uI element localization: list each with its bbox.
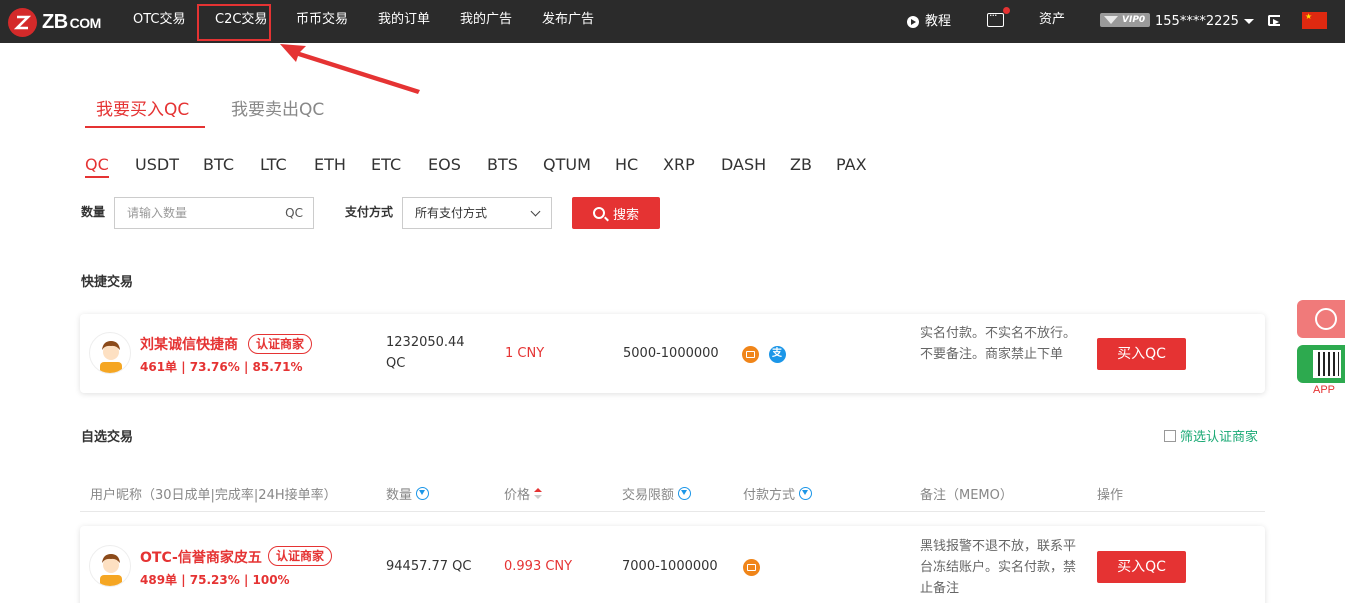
quantity-unit: QC — [285, 206, 303, 220]
unit-price: 0.993 CNY — [504, 559, 573, 574]
china-flag-icon[interactable]: ★ — [1302, 12, 1327, 29]
tab-buy-qc[interactable]: 我要买入QC — [96, 98, 189, 122]
search-button-label: 搜索 — [612, 207, 639, 223]
logo-mark-icon — [8, 7, 37, 37]
quantity-unit: QC — [386, 356, 406, 371]
logo-text: ZB COM — [42, 10, 101, 33]
headset-icon — [1315, 308, 1337, 330]
column-header-payment[interactable]: 付款方式 — [743, 484, 813, 503]
user-menu[interactable]: 155****2225 — [1155, 0, 1254, 43]
verified-checkbox[interactable] — [1164, 429, 1176, 442]
unit-price: 1 CNY — [505, 346, 545, 361]
nav-my-orders[interactable]: 我的订单 — [378, 0, 430, 43]
buy-qc-button[interactable]: 买入QC — [1097, 338, 1186, 370]
notification-dot — [1003, 7, 1010, 14]
coin-tab-zb[interactable]: ZB — [790, 155, 812, 175]
available-quantity: 1232050.44 — [386, 335, 465, 350]
column-header-action: 操作 — [1097, 488, 1124, 503]
top-navigation-bar: ZB COM OTC交易 C2C交易 币币交易 我的订单 我的广告 发布广告 教程… — [0, 0, 1345, 43]
zb-logo[interactable]: ZB COM — [8, 7, 101, 37]
play-icon — [907, 15, 919, 28]
merchant-stats: 461单 | 73.76% | 85.71% — [140, 360, 303, 374]
memo-text: 黑钱报警不退不放，联系平台冻结账户。实名付款，禁止备注 — [920, 539, 1077, 596]
message-icon[interactable] — [987, 9, 1004, 27]
coin-tab-qtum[interactable]: QTUM — [543, 155, 591, 175]
logout-icon[interactable] — [1268, 15, 1280, 26]
coin-tab-xrp[interactable]: XRP — [663, 155, 695, 175]
coin-tab-eth[interactable]: ETH — [314, 155, 346, 175]
merchant-name[interactable]: 刘某诚信快捷商 — [140, 334, 238, 354]
column-header-limit[interactable]: 交易限额 — [622, 484, 692, 503]
user-phone: 155****2225 — [1155, 13, 1239, 29]
nav-coin-trade[interactable]: 币币交易 — [296, 0, 348, 43]
payment-method-select[interactable]: 所有支付方式 — [402, 197, 552, 229]
nav-my-ads[interactable]: 我的广告 — [460, 0, 512, 43]
certified-badge: 认证商家 — [268, 546, 333, 566]
merchant-stats: 489单 | 75.23% | 100% — [140, 573, 290, 587]
merchant-name[interactable]: OTC-信誉商家皮五 — [140, 547, 262, 567]
chevron-down-icon — [1243, 19, 1254, 24]
app-label: APP — [1313, 384, 1336, 396]
quantity-field[interactable]: QC — [114, 197, 314, 229]
buy-qc-button[interactable]: 买入QC — [1097, 551, 1186, 583]
column-header-quantity[interactable]: 数量 — [386, 484, 430, 503]
coin-tab-pax[interactable]: PAX — [836, 155, 867, 175]
filter-icon[interactable] — [799, 487, 813, 500]
alipay-icon — [769, 346, 786, 363]
vip-badge-icon: VIP0 — [1100, 13, 1150, 27]
app-download-button[interactable] — [1297, 345, 1345, 383]
vip-label: VIP0 — [1122, 15, 1146, 25]
column-header-price[interactable]: 价格 — [504, 484, 543, 503]
coin-tab-hc[interactable]: HC — [615, 155, 638, 175]
coin-tab-btc[interactable]: BTC — [203, 155, 234, 175]
self-select-title: 自选交易 — [81, 430, 134, 445]
quick-trade-card: 刘某诚信快捷商 认证商家 461单 | 73.76% | 85.71% 1232… — [80, 314, 1265, 393]
table-row: OTC-信誉商家皮五 认证商家 489单 | 75.23% | 100% 944… — [80, 526, 1265, 603]
column-header-nickname: 用户昵称（30日成单|完成率|24H接单率） — [90, 488, 337, 503]
trade-limit: 5000-1000000 — [623, 346, 719, 361]
certified-badge: 认证商家 — [248, 334, 313, 354]
tab-sell-qc[interactable]: 我要卖出QC — [231, 98, 324, 122]
quick-trade-title: 快捷交易 — [81, 275, 134, 290]
coin-tab-qc[interactable]: QC — [85, 155, 109, 175]
active-coin-underline — [85, 176, 109, 178]
memo-text: 实名付款。不实名不放行。不要备注。商家禁止下单 — [920, 326, 1077, 362]
coin-tab-dash[interactable]: DASH — [721, 155, 766, 175]
avatar — [89, 545, 131, 587]
nav-c2c-trade[interactable]: C2C交易 — [215, 0, 267, 43]
available-quantity: 94457.77 QC — [386, 559, 472, 574]
filter-icon[interactable] — [416, 487, 430, 500]
nav-assets[interactable]: 资产 — [1039, 0, 1065, 43]
tutorial-label: 教程 — [925, 13, 952, 29]
search-icon — [592, 207, 605, 219]
quantity-label: 数量 — [81, 205, 106, 219]
column-header-memo: 备注（MEMO） — [920, 488, 1013, 503]
quantity-input[interactable] — [115, 198, 280, 228]
chevron-down-icon — [530, 206, 541, 217]
verified-filter-label: 筛选认证商家 — [1180, 430, 1259, 445]
coin-tab-bts[interactable]: BTS — [487, 155, 518, 175]
customer-service-button[interactable] — [1297, 300, 1345, 338]
active-tab-underline — [85, 126, 205, 128]
coin-tab-ltc[interactable]: LTC — [260, 155, 287, 175]
payment-method-value: 所有支付方式 — [415, 206, 488, 220]
payment-method-label: 支付方式 — [345, 205, 394, 219]
filter-icon[interactable] — [678, 487, 692, 500]
sort-icon[interactable] — [534, 487, 543, 500]
coin-tab-usdt[interactable]: USDT — [135, 155, 179, 175]
verified-merchant-filter[interactable]: 筛选认证商家 — [1164, 426, 1258, 445]
bank-card-icon — [743, 559, 760, 576]
bank-card-icon — [742, 346, 759, 363]
search-button[interactable]: 搜索 — [572, 197, 660, 229]
nav-post-ad[interactable]: 发布广告 — [542, 0, 594, 43]
qr-code-icon — [1313, 350, 1341, 378]
nav-otc-trade[interactable]: OTC交易 — [133, 0, 186, 43]
coin-tab-etc[interactable]: ETC — [371, 155, 401, 175]
tutorial-link[interactable]: 教程 — [907, 0, 951, 43]
header-divider — [80, 511, 1265, 512]
trade-limit: 7000-1000000 — [622, 559, 718, 574]
coin-tab-eos[interactable]: EOS — [428, 155, 461, 175]
avatar — [89, 332, 131, 374]
